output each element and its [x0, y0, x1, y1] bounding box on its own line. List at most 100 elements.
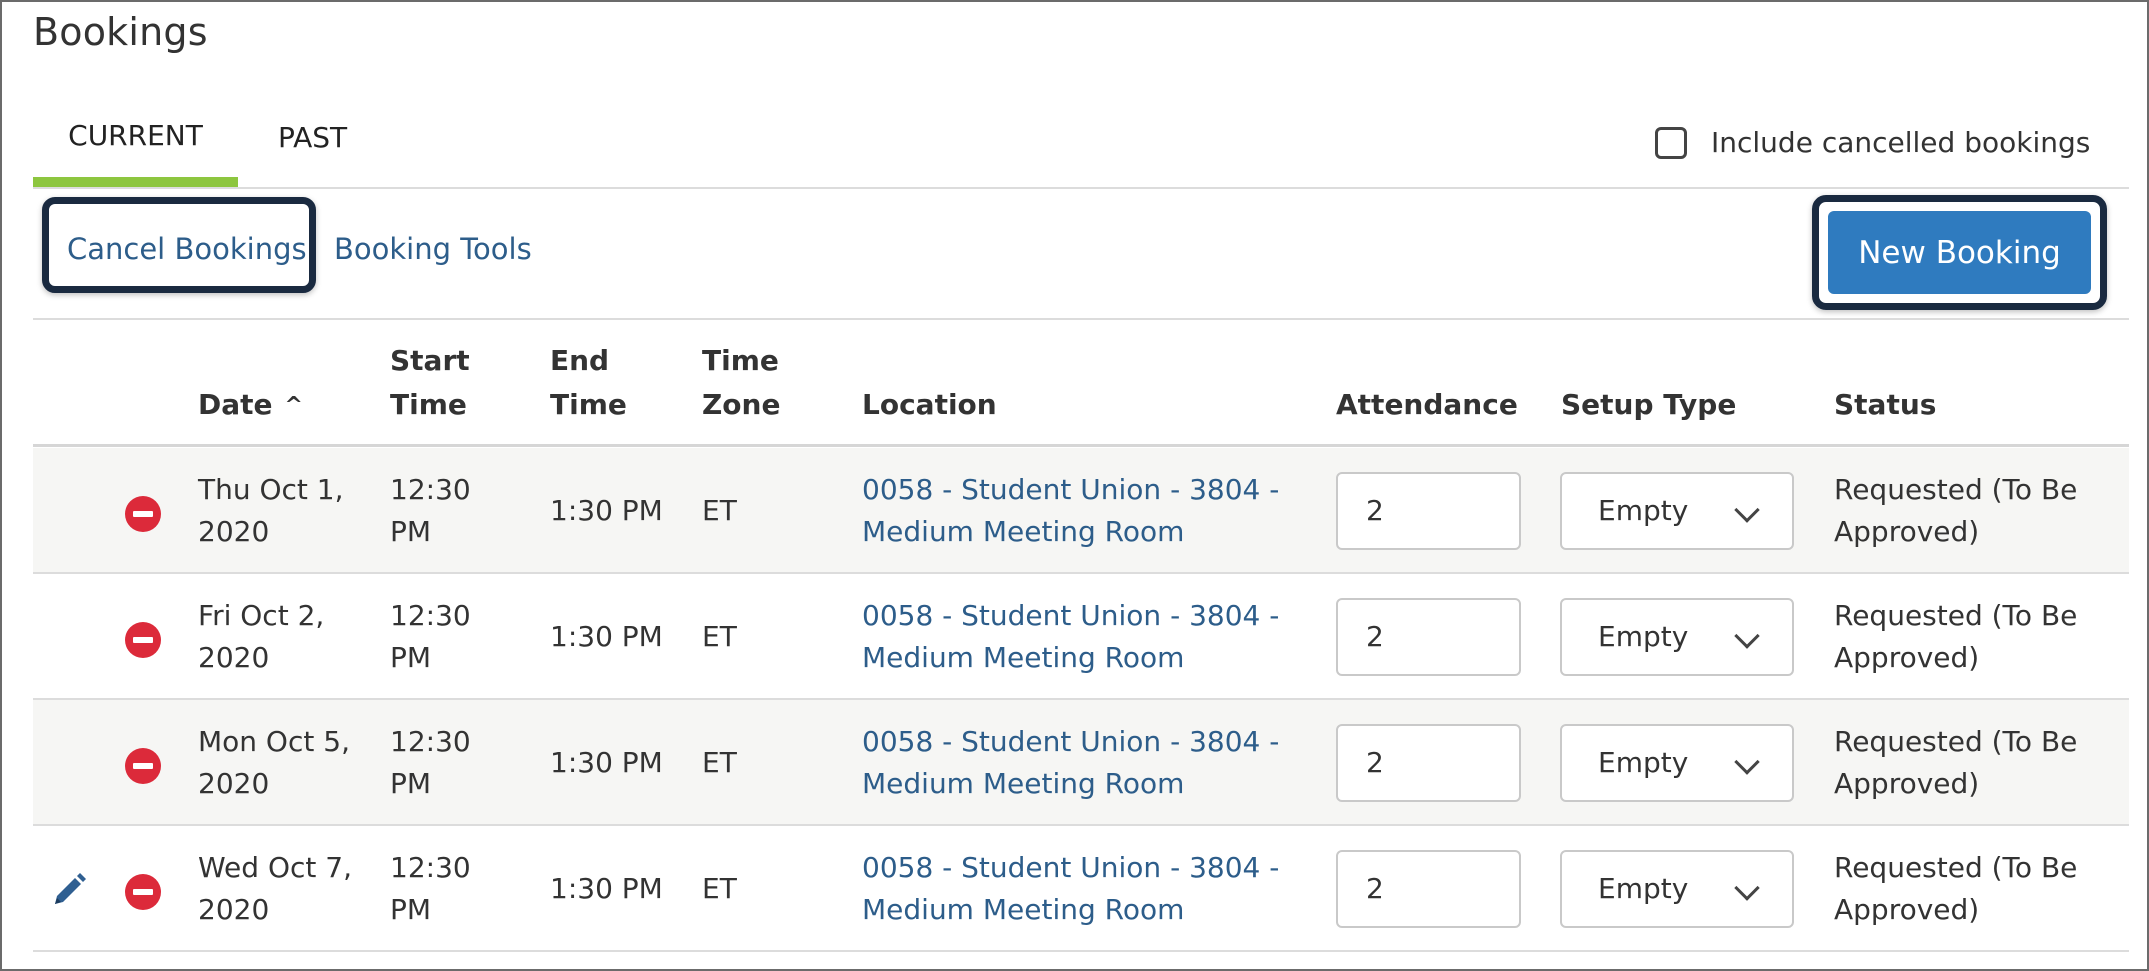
- setup-type-select[interactable]: Empty: [1560, 472, 1794, 550]
- new-booking-button[interactable]: New Booking: [1828, 211, 2091, 294]
- row-date-line2: 2020: [198, 767, 270, 800]
- column-header-date[interactable]: Date ^: [198, 383, 303, 430]
- column-header-location: Location: [862, 388, 997, 421]
- row-location-link[interactable]: 0058 - Student Union - 3804 - Medium Meet…: [862, 847, 1279, 931]
- chevron-down-icon: [1734, 749, 1760, 775]
- row-status-line2: Approved): [1834, 515, 1980, 548]
- attendance-input[interactable]: 2: [1336, 472, 1521, 550]
- tabs-divider: [33, 187, 2129, 189]
- remove-circle-icon[interactable]: [125, 496, 161, 532]
- row-start-time: 12:30 PM: [390, 721, 471, 805]
- row-status-line1: Requested (To Be: [1834, 599, 2078, 632]
- setup-type-select[interactable]: Empty: [1560, 724, 1794, 802]
- header-divider: [33, 444, 2129, 447]
- table-row: Mon Oct 5, 2020 12:30 PM 1:30 PM ET 0058 -…: [33, 700, 2129, 826]
- row-location-link[interactable]: 0058 - Student Union - 3804 - Medium Meet…: [862, 595, 1279, 679]
- column-header-setup-type: Setup Type: [1561, 388, 1737, 421]
- row-status: Requested (To Be Approved): [1834, 469, 2077, 553]
- row-location-line1: 0058 - Student Union - 3804 -: [862, 473, 1280, 506]
- row-time-zone: ET: [702, 746, 737, 779]
- page-title: Bookings: [33, 10, 208, 54]
- table-row: Fri Oct 2, 2020 12:30 PM 1:30 PM ET 0058 -…: [33, 574, 2129, 700]
- setup-type-value: Empty: [1598, 494, 1689, 527]
- booking-tools-link[interactable]: Booking Tools: [334, 232, 532, 266]
- row-status-line1: Requested (To Be: [1834, 473, 2078, 506]
- row-time-zone: ET: [702, 620, 737, 653]
- column-header-end-time: End Time: [550, 339, 627, 427]
- row-location-link[interactable]: 0058 - Student Union - 3804 - Medium Meet…: [862, 469, 1279, 553]
- row-start-line1: 12:30: [390, 725, 471, 758]
- actions-divider: [33, 318, 2129, 320]
- column-header-status: Status: [1834, 388, 1937, 421]
- row-start-time: 12:30 PM: [390, 469, 471, 553]
- checkbox-empty-icon[interactable]: [1655, 126, 1687, 159]
- table-row: Wed Oct 7, 2020 12:30 PM 1:30 PM ET 0058 -…: [33, 826, 2129, 952]
- column-header-end-line2: Time: [550, 388, 627, 421]
- row-status-line2: Approved): [1834, 641, 1980, 674]
- row-start-line2: PM: [390, 767, 432, 800]
- table-row: Thu Oct 1, 2020 12:30 PM 1:30 PM ET 0058 -…: [33, 448, 2129, 574]
- column-header-tz-line1: Time: [702, 344, 779, 377]
- column-header-start-line2: Time: [390, 388, 467, 421]
- row-status-line1: Requested (To Be: [1834, 851, 2078, 884]
- row-location-link[interactable]: 0058 - Student Union - 3804 - Medium Meet…: [862, 721, 1279, 805]
- remove-circle-icon[interactable]: [125, 748, 161, 784]
- row-status: Requested (To Be Approved): [1834, 847, 2077, 931]
- column-header-time-zone: Time Zone: [702, 339, 780, 427]
- column-header-attendance: Attendance: [1336, 388, 1518, 421]
- row-end-time: 1:30 PM: [550, 620, 663, 653]
- tab-past-label: PAST: [278, 121, 348, 154]
- row-date-line1: Mon Oct 5,: [198, 725, 350, 758]
- row-end-time: 1:30 PM: [550, 746, 663, 779]
- row-start-time: 12:30 PM: [390, 595, 471, 679]
- include-cancelled-toggle[interactable]: Include cancelled bookings: [1655, 126, 2090, 159]
- setup-type-value: Empty: [1598, 872, 1689, 905]
- attendance-input[interactable]: 2: [1336, 850, 1521, 928]
- row-start-line1: 12:30: [390, 851, 471, 884]
- column-header-tz-line2: Zone: [702, 388, 781, 421]
- row-location-line2: Medium Meeting Room: [862, 515, 1185, 548]
- row-end-time: 1:30 PM: [550, 872, 663, 905]
- remove-circle-icon[interactable]: [125, 622, 161, 658]
- row-date-line1: Thu Oct 1,: [198, 473, 344, 506]
- attendance-input[interactable]: 2: [1336, 598, 1521, 676]
- row-date-line2: 2020: [198, 515, 270, 548]
- remove-circle-icon[interactable]: [125, 874, 161, 910]
- row-date-line2: 2020: [198, 893, 270, 926]
- new-booking-highlight: New Booking: [1812, 195, 2107, 310]
- row-date-line1: Fri Oct 2,: [198, 599, 325, 632]
- row-time-zone: ET: [702, 872, 737, 905]
- row-start-line2: PM: [390, 893, 432, 926]
- setup-type-select[interactable]: Empty: [1560, 850, 1794, 928]
- column-header-date-label: Date: [198, 388, 273, 421]
- row-start-line2: PM: [390, 515, 432, 548]
- row-location-line2: Medium Meeting Room: [862, 893, 1185, 926]
- chevron-down-icon: [1734, 497, 1760, 523]
- row-location-line2: Medium Meeting Room: [862, 641, 1185, 674]
- tab-current-label: CURRENT: [68, 119, 203, 152]
- row-start-line2: PM: [390, 641, 432, 674]
- row-date: Thu Oct 1, 2020: [198, 469, 344, 553]
- row-location-line2: Medium Meeting Room: [862, 767, 1185, 800]
- row-start-line1: 12:30: [390, 473, 471, 506]
- attendance-input[interactable]: 2: [1336, 724, 1521, 802]
- row-status-line2: Approved): [1834, 767, 1980, 800]
- row-start-time: 12:30 PM: [390, 847, 471, 931]
- row-date: Mon Oct 5, 2020: [198, 721, 350, 805]
- row-date-line1: Wed Oct 7,: [198, 851, 352, 884]
- row-status: Requested (To Be Approved): [1834, 595, 2077, 679]
- cancel-bookings-link[interactable]: Cancel Bookings: [67, 232, 307, 266]
- column-header-end-line1: End: [550, 344, 610, 377]
- column-header-start-time: Start Time: [390, 339, 470, 427]
- row-end-time: 1:30 PM: [550, 494, 663, 527]
- pencil-icon[interactable]: [49, 870, 89, 910]
- row-date: Wed Oct 7, 2020: [198, 847, 352, 931]
- row-status: Requested (To Be Approved): [1834, 721, 2077, 805]
- setup-type-select[interactable]: Empty: [1560, 598, 1794, 676]
- row-date-line2: 2020: [198, 641, 270, 674]
- row-date: Fri Oct 2, 2020: [198, 595, 324, 679]
- column-header-start-line1: Start: [390, 344, 470, 377]
- row-status-line2: Approved): [1834, 893, 1980, 926]
- tab-past[interactable]: PAST: [278, 113, 347, 188]
- setup-type-value: Empty: [1598, 620, 1689, 653]
